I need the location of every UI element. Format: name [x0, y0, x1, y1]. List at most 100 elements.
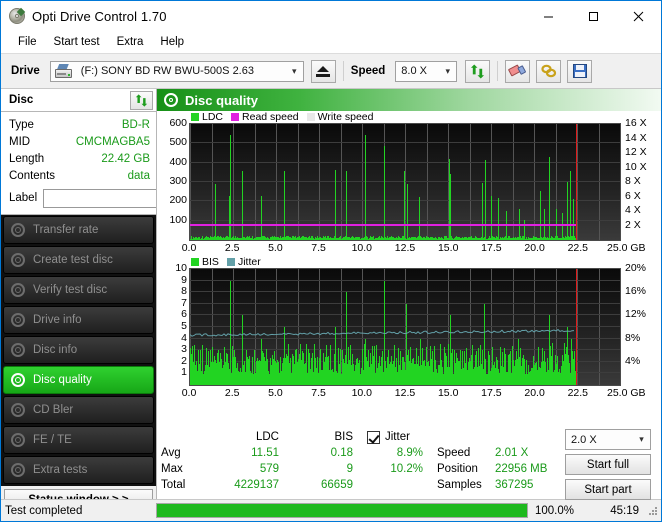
legend-swatch	[226, 258, 235, 266]
speed-select[interactable]: 8.0 X ▾	[395, 60, 458, 82]
y-tick-label: 400	[169, 155, 187, 168]
y-tick-label: 2	[181, 354, 187, 367]
bis-plot[interactable]	[189, 268, 621, 386]
data-spike	[570, 171, 572, 240]
y-tick-label: 500	[169, 136, 187, 149]
y-tick-label: 9	[181, 273, 187, 286]
x-tick-label: 20.0	[524, 242, 545, 254]
toolbar: Drive (F:) SONY BD RW BWU-500S 2.63 ▾ Sp…	[1, 53, 661, 89]
y2-tick-label: 16 X	[625, 117, 647, 129]
menu-item-extra[interactable]: Extra	[109, 34, 153, 50]
x-tick-label: 5.0	[268, 242, 283, 254]
y-tick-label: 7	[181, 296, 187, 309]
disc-label-key: Label	[9, 192, 38, 204]
x-tick-label: 7.5	[311, 242, 326, 254]
y2-tick-label: 2 X	[625, 218, 641, 231]
jitter-toggle[interactable]: Jitter	[367, 429, 427, 445]
jitter-checkbox[interactable]	[367, 430, 380, 444]
legend-item-bis: BIS	[191, 256, 219, 268]
start-part-button[interactable]: Start part	[565, 479, 651, 500]
erase-button[interactable]	[505, 59, 531, 83]
legend-item-write-speed: Write speed	[306, 111, 374, 123]
progress-percent: 100.0%	[535, 504, 575, 517]
test-speed-select[interactable]: 2.0 X ▾	[565, 429, 651, 450]
disc-quality-icon	[164, 93, 178, 107]
legend-swatch	[306, 113, 315, 121]
refresh-button[interactable]	[465, 59, 491, 83]
legend-label: BIS	[202, 256, 219, 268]
speed-row: Speed 2.01 X	[437, 445, 563, 461]
disc-icon	[11, 282, 26, 298]
position-value: 22956 MB	[495, 463, 548, 475]
sidebar-item-extra-tests[interactable]: Extra tests	[3, 456, 154, 484]
stats-header-ldc: LDC	[255, 431, 279, 443]
test-speed-value: 2.0 X	[571, 433, 597, 446]
x-tick-label: 25.0 GB	[607, 387, 646, 399]
bis-y-axis: 1 2 3 4 5 6 7 8 9 10	[159, 262, 189, 386]
sidebar-item-label: CD Bler	[33, 404, 74, 416]
disc-icon	[11, 312, 26, 328]
stats-row-total: Total 4229137 66659	[161, 477, 353, 493]
legend-label: Read speed	[242, 111, 299, 123]
app-disc-icon	[9, 7, 26, 24]
page-title: Disc quality	[185, 92, 258, 108]
sidebar-item-cd-bler[interactable]: CD Bler	[3, 396, 154, 424]
y-tick-label: 600	[169, 117, 187, 129]
minimize-icon[interactable]	[526, 1, 571, 31]
x-tick-label: 12.5	[394, 387, 416, 399]
disc-row-length: Length 22.42 GB	[9, 150, 150, 167]
disc-icon	[11, 402, 26, 418]
disc-refresh-button[interactable]	[130, 90, 153, 110]
error-stats-table: LDC BIS Avg 11.51 0.18 Max 579 9 Total 4…	[161, 429, 353, 499]
menu-item-help[interactable]: Help	[152, 34, 193, 50]
end-marker-line	[575, 124, 578, 240]
eject-button[interactable]	[310, 59, 336, 83]
x-tick-label: 15.0	[437, 387, 459, 399]
data-spike	[484, 159, 486, 240]
menu-item-start-test[interactable]: Start test	[46, 34, 109, 50]
data-spike	[561, 212, 563, 240]
speed-select-value: 8.0 X	[401, 65, 427, 77]
stats-header-bis: BIS	[334, 431, 353, 443]
status-bar: Test completed 100.0% 45:19	[1, 499, 661, 521]
data-spike	[214, 184, 216, 240]
ldc-plot[interactable]	[189, 123, 621, 241]
sidebar-item-fe-te[interactable]: FE / TE	[3, 426, 154, 454]
legend-label: Jitter	[237, 256, 261, 268]
disc-quality-header: Disc quality	[157, 89, 661, 111]
link-button[interactable]	[536, 59, 562, 83]
sidebar-item-drive-info[interactable]: Drive info	[3, 306, 154, 334]
chevron-down-icon: ▾	[292, 65, 297, 76]
resize-grip[interactable]	[647, 505, 659, 517]
y-tick-label: 8	[181, 285, 187, 298]
disc-row-key: Length	[9, 152, 45, 165]
jitter-label: Jitter	[385, 431, 410, 443]
sidebar: Disc Type BD-R MID CMCMAGBA5 Length 22.4…	[1, 89, 247, 515]
jitter-line	[190, 328, 575, 337]
save-button[interactable]	[567, 59, 593, 83]
drive-select[interactable]: (F:) SONY BD RW BWU-500S 2.63 ▾	[49, 60, 304, 82]
sidebar-item-disc-info[interactable]: Disc info	[3, 336, 154, 364]
window-controls	[526, 1, 661, 31]
disc-icon	[11, 252, 26, 268]
maximize-icon[interactable]	[571, 1, 616, 31]
disc-row-value: BD-R	[121, 118, 150, 131]
sidebar-item-transfer-rate[interactable]: Transfer rate	[3, 216, 154, 244]
x-tick-label: 15.0	[437, 242, 459, 254]
y2-tick-label: 4%	[625, 354, 641, 367]
sidebar-item-label: Transfer rate	[33, 224, 99, 236]
disc-row-value: CMCMAGBA5	[75, 135, 150, 148]
stats-bis-value: 9	[346, 463, 353, 475]
sidebar-item-create-test-disc[interactable]: Create test disc	[3, 246, 154, 274]
data-spike	[491, 195, 492, 240]
sidebar-item-disc-quality[interactable]: Disc quality	[3, 366, 154, 394]
sidebar-item-verify-test-disc[interactable]: Verify test disc	[3, 276, 154, 304]
close-icon[interactable]	[616, 1, 661, 31]
sidebar-item-label: Verify test disc	[33, 284, 108, 296]
progress-fill	[157, 504, 527, 517]
menu-item-file[interactable]: File	[10, 34, 46, 50]
sidebar-item-label: Drive info	[33, 314, 82, 326]
data-spike	[481, 182, 483, 240]
start-full-button[interactable]: Start full	[565, 454, 651, 475]
data-spike	[283, 170, 285, 240]
